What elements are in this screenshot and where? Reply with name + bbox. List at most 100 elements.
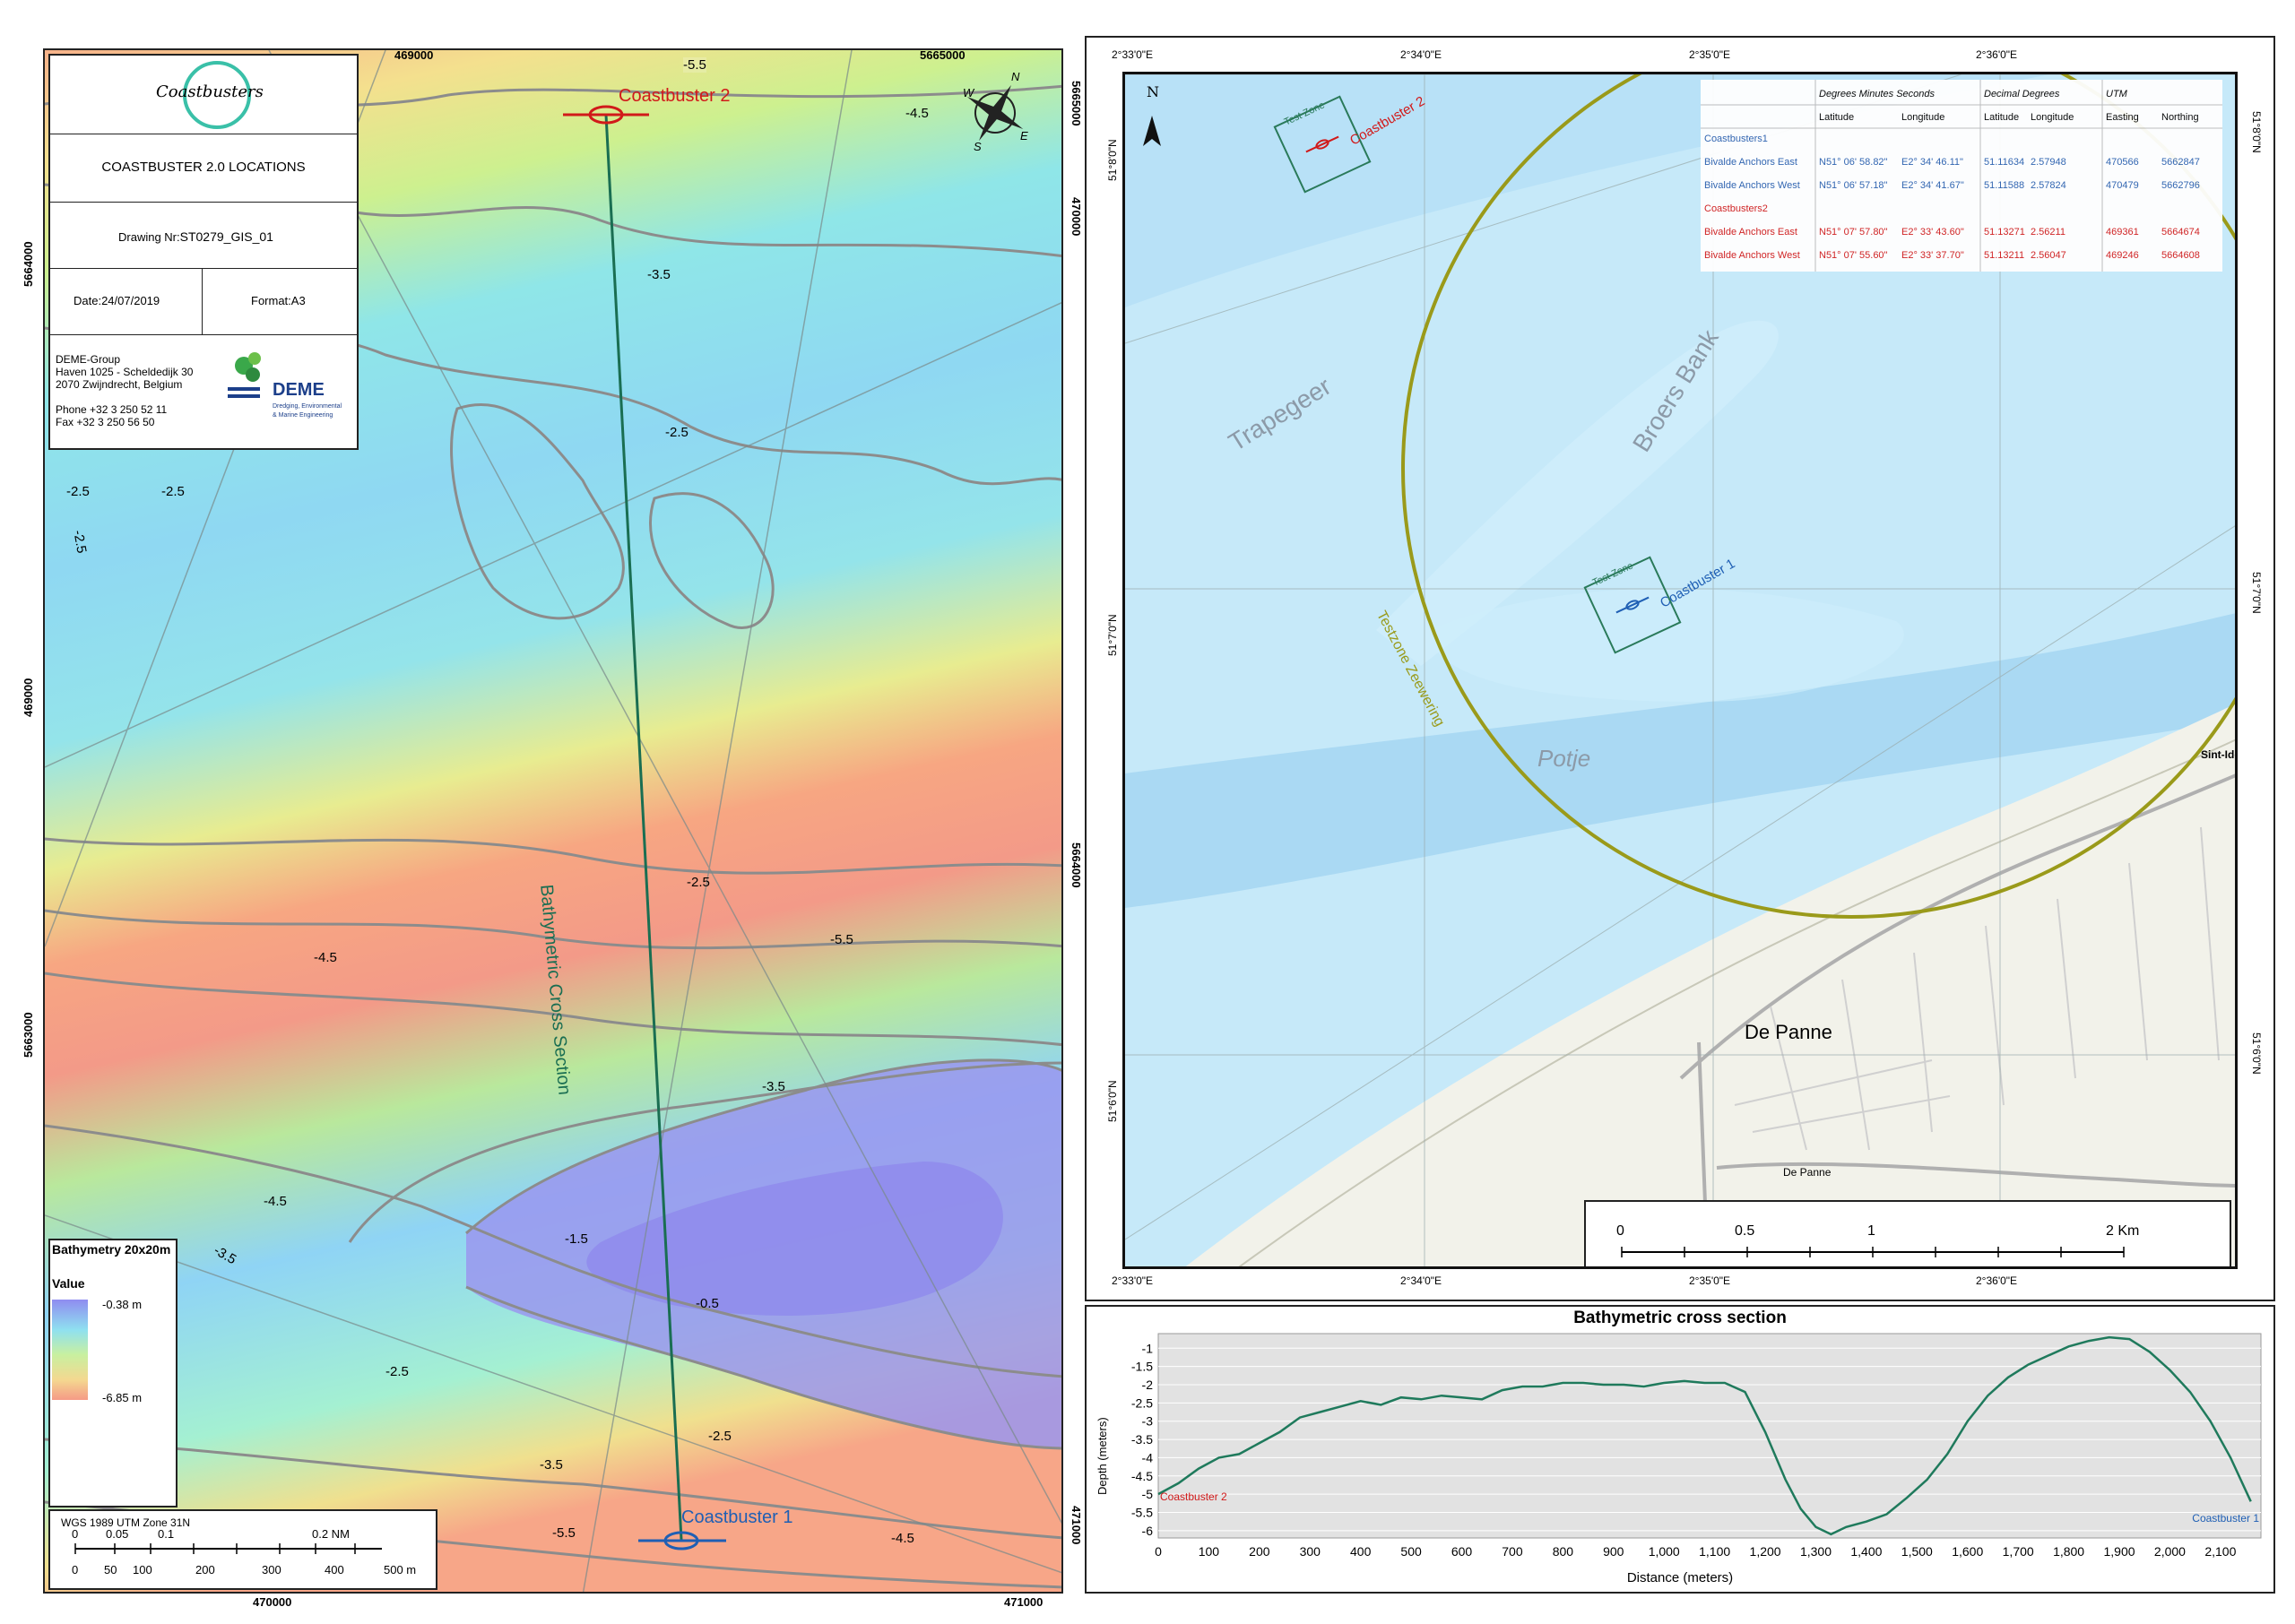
table-cell: 5662847 — [2161, 157, 2200, 168]
left-side-tick: 5663000 — [22, 1012, 35, 1058]
table-cell: N51° 06' 58.82" — [1819, 157, 1888, 168]
contour-label: -2.5 — [66, 484, 90, 499]
table-row-label: Bivalde Anchors West — [1704, 180, 1800, 191]
x-tick-label: 100 — [1199, 1544, 1220, 1559]
contour-label: -2.5 — [708, 1429, 732, 1444]
place-potje: Potje — [1537, 745, 1591, 772]
rbottom-tick: 2°33'0"E — [1112, 1274, 1154, 1287]
company-line: Haven 1025 - Scheldedijk 30 — [56, 366, 194, 378]
contour-label: -3.5 — [762, 1079, 785, 1094]
chart-plot: -1 -1.5 -2 -2.5 -3 -3.5 -4 -4.5 -5 -5.5 -6 0 100 200… — [1131, 1333, 2262, 1559]
table-row: Coastbusters2 — [1701, 203, 2222, 225]
left-side-tick: 469000 — [22, 678, 35, 717]
contour-label: -2.5 — [385, 1364, 409, 1379]
place-de-panne-street: De Panne — [1783, 1166, 1832, 1179]
table-cell: 2.57824 — [2031, 180, 2066, 191]
km-tick: 2 Km — [2106, 1223, 2140, 1239]
x-tick-label: 2,100 — [2204, 1544, 2236, 1559]
y-tick-label: -5 — [1142, 1487, 1154, 1501]
contour-label: -3.5 — [647, 267, 671, 282]
company-line: Phone +32 3 250 52 11 — [56, 403, 168, 416]
table-cell: 2.56047 — [2031, 250, 2066, 261]
contour-label: -2.5 — [687, 875, 710, 890]
table-row-label: Bivalde Anchors West — [1704, 250, 1800, 261]
drawing-cell: Drawing Nr:ST0279_GIS_01 — [50, 203, 357, 269]
legend-value-label: Value — [52, 1276, 85, 1291]
x-tick-label: 1,800 — [2053, 1544, 2084, 1559]
y-tick-label: -1 — [1142, 1341, 1154, 1355]
rleft-tick: 51°7'0"N — [1106, 614, 1119, 656]
format-value: A3 — [290, 294, 306, 307]
km-tick: 1 — [1867, 1223, 1875, 1239]
m-tick: 500 m — [384, 1563, 417, 1576]
table-cell: E2° 34' 41.67" — [1901, 180, 1964, 191]
table-row: Bivalde Anchors East N51° 06' 58.82" E2° 3… — [1701, 157, 2222, 178]
rleft-tick: 51°6'0"N — [1106, 1080, 1119, 1122]
location-map-frame: N Trapegeer Broers Bank Potje Testzone Z… — [1085, 36, 2275, 1301]
place-de-panne: De Panne — [1745, 1021, 1832, 1043]
date-label: Date: — [74, 294, 102, 307]
contour-label: -0.5 — [696, 1296, 719, 1311]
y-tick-label: -4.5 — [1131, 1469, 1153, 1483]
left-top-tick-1: 469000 — [394, 48, 434, 62]
rbottom-tick: 2°35'0"E — [1689, 1274, 1731, 1287]
x-tick-label: 1,100 — [1699, 1544, 1730, 1559]
logo-text: Coastbusters — [156, 82, 264, 101]
right-side-tick: 5665000 — [1070, 81, 1083, 126]
y-tick-label: -1.5 — [1131, 1360, 1153, 1374]
table-cell: N51° 07' 57.80" — [1819, 227, 1888, 238]
table-cell: N51° 07' 55.60" — [1819, 250, 1888, 261]
end-point-label: Coastbuster 1 — [2192, 1512, 2259, 1525]
table-row: Bivalde Anchors West N51° 07' 55.60" E2° 3… — [1701, 250, 2222, 272]
m-tick: 300 — [262, 1563, 281, 1576]
rright-tick: 51°6'0"N — [2250, 1032, 2263, 1075]
rtop-tick: 2°34'0"E — [1400, 48, 1442, 61]
page: 469000 5665000 Coastbuster 2 Coastbuster… — [0, 0, 2295, 1624]
km-tick: 0.5 — [1735, 1223, 1755, 1239]
table-cell: 51.11588 — [1984, 180, 2025, 191]
legend-color-ramp — [52, 1300, 88, 1400]
rbottom-tick: 2°34'0"E — [1400, 1274, 1442, 1287]
logo-cell: Coastbusters — [50, 56, 357, 134]
date-value: 24/07/2019 — [101, 294, 160, 307]
table-cell: 51.13271 — [1984, 227, 2025, 238]
x-tick-label: 1,300 — [1800, 1544, 1832, 1559]
nm-tick: 0.1 — [158, 1527, 175, 1541]
table-row: Bivalde Anchors East N51° 07' 57.80" E2° 3… — [1701, 227, 2222, 248]
date-cell: Date:24/07/2019 — [50, 269, 203, 335]
left-bottom-tick: 471000 — [1004, 1595, 1044, 1609]
left-bottom-tick: 470000 — [253, 1595, 292, 1609]
table-cell: 470566 — [2106, 157, 2139, 168]
table-cell: 51.11634 — [1984, 157, 2025, 168]
contour-label: -2.5 — [161, 484, 185, 499]
rbottom-tick: 2°36'0"E — [1976, 1274, 2018, 1287]
rtop-tick: 2°36'0"E — [1976, 48, 2018, 61]
nm-tick: 0.05 — [106, 1527, 129, 1541]
m-tick: 0 — [72, 1563, 79, 1576]
legend-high: -0.38 m — [102, 1298, 143, 1311]
contour-label: -2.5 — [665, 425, 688, 440]
x-tick-label: 700 — [1502, 1544, 1523, 1559]
title-cell: COASTBUSTER 2.0 LOCATIONS — [50, 134, 357, 203]
coastbuster-2-label: Coastbuster 2 — [619, 86, 731, 106]
table-cell: 51.13211 — [1984, 250, 2025, 261]
deme-logo-text: DEME — [273, 380, 325, 400]
y-tick-label: -3 — [1142, 1414, 1154, 1429]
table-cell: 469361 — [2106, 227, 2139, 238]
company-line: DEME-Group — [56, 353, 121, 366]
compass-e: E — [1020, 129, 1028, 143]
drawing-number: ST0279_GIS_01 — [179, 229, 273, 244]
y-tick-label: -2.5 — [1131, 1395, 1153, 1410]
chart-ylabel: Depth (meters) — [1096, 1417, 1109, 1495]
place-sint-idesbald: Sint-Idesba — [2201, 748, 2235, 761]
contour-label: -3.5 — [540, 1457, 563, 1473]
title-block: Coastbusters COASTBUSTER 2.0 LOCATIONS D… — [48, 54, 359, 450]
x-tick-label: 1,500 — [1901, 1544, 1933, 1559]
table-cell: 469246 — [2106, 250, 2139, 261]
coordinates-table: Degrees Minutes Seconds Decimal Degrees … — [1701, 80, 2222, 272]
x-tick-label: 800 — [1553, 1544, 1574, 1559]
x-tick-label: 2,000 — [2154, 1544, 2186, 1559]
plot-background — [1157, 1333, 2262, 1539]
rtop-tick: 2°35'0"E — [1689, 48, 1731, 61]
table-cell: 5664608 — [2161, 250, 2200, 261]
